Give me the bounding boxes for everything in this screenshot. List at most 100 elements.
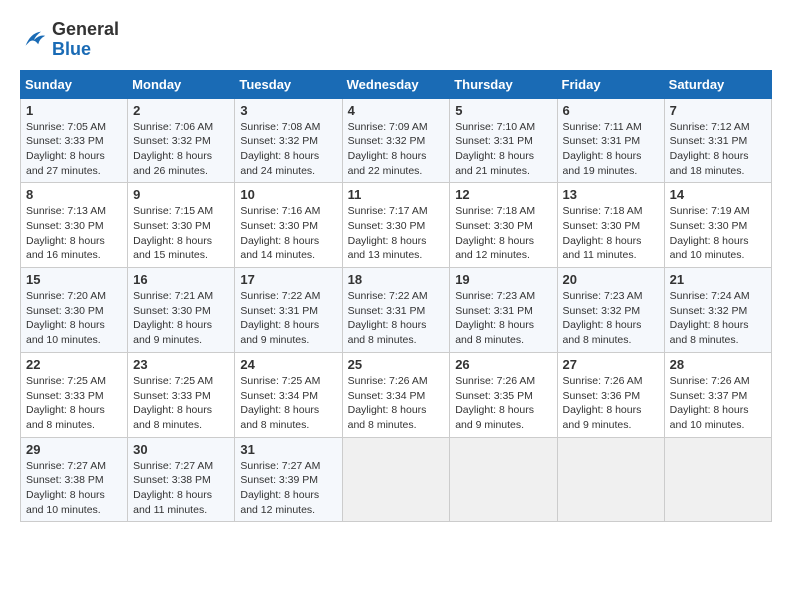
day-info: Sunrise: 7:21 AM Sunset: 3:30 PM Dayligh… (133, 289, 229, 348)
calendar-cell: 24 Sunrise: 7:25 AM Sunset: 3:34 PM Dayl… (235, 352, 342, 437)
day-info: Sunrise: 7:20 AM Sunset: 3:30 PM Dayligh… (26, 289, 122, 348)
day-number: 30 (133, 442, 229, 457)
day-number: 3 (240, 103, 336, 118)
day-number: 4 (348, 103, 445, 118)
weekday-header-monday: Monday (128, 70, 235, 98)
calendar-cell: 2 Sunrise: 7:06 AM Sunset: 3:32 PM Dayli… (128, 98, 235, 183)
weekday-header-thursday: Thursday (450, 70, 557, 98)
day-info: Sunrise: 7:08 AM Sunset: 3:32 PM Dayligh… (240, 120, 336, 179)
day-info: Sunrise: 7:16 AM Sunset: 3:30 PM Dayligh… (240, 204, 336, 263)
day-info: Sunrise: 7:27 AM Sunset: 3:38 PM Dayligh… (133, 459, 229, 518)
calendar-week-row: 1 Sunrise: 7:05 AM Sunset: 3:33 PM Dayli… (21, 98, 772, 183)
calendar-cell: 26 Sunrise: 7:26 AM Sunset: 3:35 PM Dayl… (450, 352, 557, 437)
day-info: Sunrise: 7:09 AM Sunset: 3:32 PM Dayligh… (348, 120, 445, 179)
weekday-header-row: SundayMondayTuesdayWednesdayThursdayFrid… (21, 70, 772, 98)
day-number: 13 (563, 187, 659, 202)
calendar-cell: 17 Sunrise: 7:22 AM Sunset: 3:31 PM Dayl… (235, 268, 342, 353)
calendar-cell: 4 Sunrise: 7:09 AM Sunset: 3:32 PM Dayli… (342, 98, 450, 183)
day-number: 23 (133, 357, 229, 372)
calendar-week-row: 8 Sunrise: 7:13 AM Sunset: 3:30 PM Dayli… (21, 183, 772, 268)
day-info: Sunrise: 7:18 AM Sunset: 3:30 PM Dayligh… (455, 204, 551, 263)
calendar-cell: 18 Sunrise: 7:22 AM Sunset: 3:31 PM Dayl… (342, 268, 450, 353)
day-number: 25 (348, 357, 445, 372)
calendar-cell: 12 Sunrise: 7:18 AM Sunset: 3:30 PM Dayl… (450, 183, 557, 268)
weekday-header-tuesday: Tuesday (235, 70, 342, 98)
day-info: Sunrise: 7:26 AM Sunset: 3:34 PM Dayligh… (348, 374, 445, 433)
day-number: 6 (563, 103, 659, 118)
day-info: Sunrise: 7:22 AM Sunset: 3:31 PM Dayligh… (348, 289, 445, 348)
calendar-cell: 1 Sunrise: 7:05 AM Sunset: 3:33 PM Dayli… (21, 98, 128, 183)
weekday-header-saturday: Saturday (664, 70, 771, 98)
day-info: Sunrise: 7:27 AM Sunset: 3:38 PM Dayligh… (26, 459, 122, 518)
calendar-cell: 20 Sunrise: 7:23 AM Sunset: 3:32 PM Dayl… (557, 268, 664, 353)
day-number: 14 (670, 187, 766, 202)
day-info: Sunrise: 7:26 AM Sunset: 3:35 PM Dayligh… (455, 374, 551, 433)
calendar-cell: 15 Sunrise: 7:20 AM Sunset: 3:30 PM Dayl… (21, 268, 128, 353)
day-number: 8 (26, 187, 122, 202)
day-number: 19 (455, 272, 551, 287)
day-info: Sunrise: 7:27 AM Sunset: 3:39 PM Dayligh… (240, 459, 336, 518)
logo-icon (20, 26, 48, 54)
calendar-cell (557, 437, 664, 522)
day-info: Sunrise: 7:18 AM Sunset: 3:30 PM Dayligh… (563, 204, 659, 263)
page-header: General Blue (20, 20, 772, 60)
calendar-week-row: 22 Sunrise: 7:25 AM Sunset: 3:33 PM Dayl… (21, 352, 772, 437)
calendar-cell: 30 Sunrise: 7:27 AM Sunset: 3:38 PM Dayl… (128, 437, 235, 522)
day-info: Sunrise: 7:25 AM Sunset: 3:34 PM Dayligh… (240, 374, 336, 433)
weekday-header-sunday: Sunday (21, 70, 128, 98)
day-info: Sunrise: 7:11 AM Sunset: 3:31 PM Dayligh… (563, 120, 659, 179)
day-number: 26 (455, 357, 551, 372)
day-info: Sunrise: 7:26 AM Sunset: 3:36 PM Dayligh… (563, 374, 659, 433)
calendar-cell (450, 437, 557, 522)
day-info: Sunrise: 7:12 AM Sunset: 3:31 PM Dayligh… (670, 120, 766, 179)
calendar-cell: 7 Sunrise: 7:12 AM Sunset: 3:31 PM Dayli… (664, 98, 771, 183)
day-info: Sunrise: 7:19 AM Sunset: 3:30 PM Dayligh… (670, 204, 766, 263)
calendar-week-row: 29 Sunrise: 7:27 AM Sunset: 3:38 PM Dayl… (21, 437, 772, 522)
calendar-table: SundayMondayTuesdayWednesdayThursdayFrid… (20, 70, 772, 523)
day-info: Sunrise: 7:22 AM Sunset: 3:31 PM Dayligh… (240, 289, 336, 348)
day-number: 17 (240, 272, 336, 287)
day-info: Sunrise: 7:17 AM Sunset: 3:30 PM Dayligh… (348, 204, 445, 263)
calendar-cell: 9 Sunrise: 7:15 AM Sunset: 3:30 PM Dayli… (128, 183, 235, 268)
day-number: 29 (26, 442, 122, 457)
day-info: Sunrise: 7:10 AM Sunset: 3:31 PM Dayligh… (455, 120, 551, 179)
day-info: Sunrise: 7:25 AM Sunset: 3:33 PM Dayligh… (133, 374, 229, 433)
day-number: 9 (133, 187, 229, 202)
weekday-header-friday: Friday (557, 70, 664, 98)
day-number: 2 (133, 103, 229, 118)
day-info: Sunrise: 7:23 AM Sunset: 3:31 PM Dayligh… (455, 289, 551, 348)
calendar-cell: 14 Sunrise: 7:19 AM Sunset: 3:30 PM Dayl… (664, 183, 771, 268)
day-number: 31 (240, 442, 336, 457)
day-info: Sunrise: 7:24 AM Sunset: 3:32 PM Dayligh… (670, 289, 766, 348)
day-number: 16 (133, 272, 229, 287)
calendar-cell (664, 437, 771, 522)
day-info: Sunrise: 7:05 AM Sunset: 3:33 PM Dayligh… (26, 120, 122, 179)
calendar-cell: 16 Sunrise: 7:21 AM Sunset: 3:30 PM Dayl… (128, 268, 235, 353)
day-info: Sunrise: 7:13 AM Sunset: 3:30 PM Dayligh… (26, 204, 122, 263)
calendar-cell: 13 Sunrise: 7:18 AM Sunset: 3:30 PM Dayl… (557, 183, 664, 268)
calendar-week-row: 15 Sunrise: 7:20 AM Sunset: 3:30 PM Dayl… (21, 268, 772, 353)
day-number: 18 (348, 272, 445, 287)
day-number: 12 (455, 187, 551, 202)
day-info: Sunrise: 7:15 AM Sunset: 3:30 PM Dayligh… (133, 204, 229, 263)
day-number: 22 (26, 357, 122, 372)
calendar-cell: 27 Sunrise: 7:26 AM Sunset: 3:36 PM Dayl… (557, 352, 664, 437)
calendar-cell: 22 Sunrise: 7:25 AM Sunset: 3:33 PM Dayl… (21, 352, 128, 437)
logo: General Blue (20, 20, 119, 60)
calendar-cell: 6 Sunrise: 7:11 AM Sunset: 3:31 PM Dayli… (557, 98, 664, 183)
calendar-cell: 25 Sunrise: 7:26 AM Sunset: 3:34 PM Dayl… (342, 352, 450, 437)
logo-text: General Blue (52, 20, 119, 60)
day-info: Sunrise: 7:23 AM Sunset: 3:32 PM Dayligh… (563, 289, 659, 348)
calendar-cell: 31 Sunrise: 7:27 AM Sunset: 3:39 PM Dayl… (235, 437, 342, 522)
calendar-cell: 21 Sunrise: 7:24 AM Sunset: 3:32 PM Dayl… (664, 268, 771, 353)
calendar-cell: 11 Sunrise: 7:17 AM Sunset: 3:30 PM Dayl… (342, 183, 450, 268)
day-number: 5 (455, 103, 551, 118)
weekday-header-wednesday: Wednesday (342, 70, 450, 98)
day-info: Sunrise: 7:06 AM Sunset: 3:32 PM Dayligh… (133, 120, 229, 179)
day-number: 20 (563, 272, 659, 287)
calendar-cell: 28 Sunrise: 7:26 AM Sunset: 3:37 PM Dayl… (664, 352, 771, 437)
calendar-cell: 23 Sunrise: 7:25 AM Sunset: 3:33 PM Dayl… (128, 352, 235, 437)
day-number: 21 (670, 272, 766, 287)
day-number: 28 (670, 357, 766, 372)
day-number: 11 (348, 187, 445, 202)
